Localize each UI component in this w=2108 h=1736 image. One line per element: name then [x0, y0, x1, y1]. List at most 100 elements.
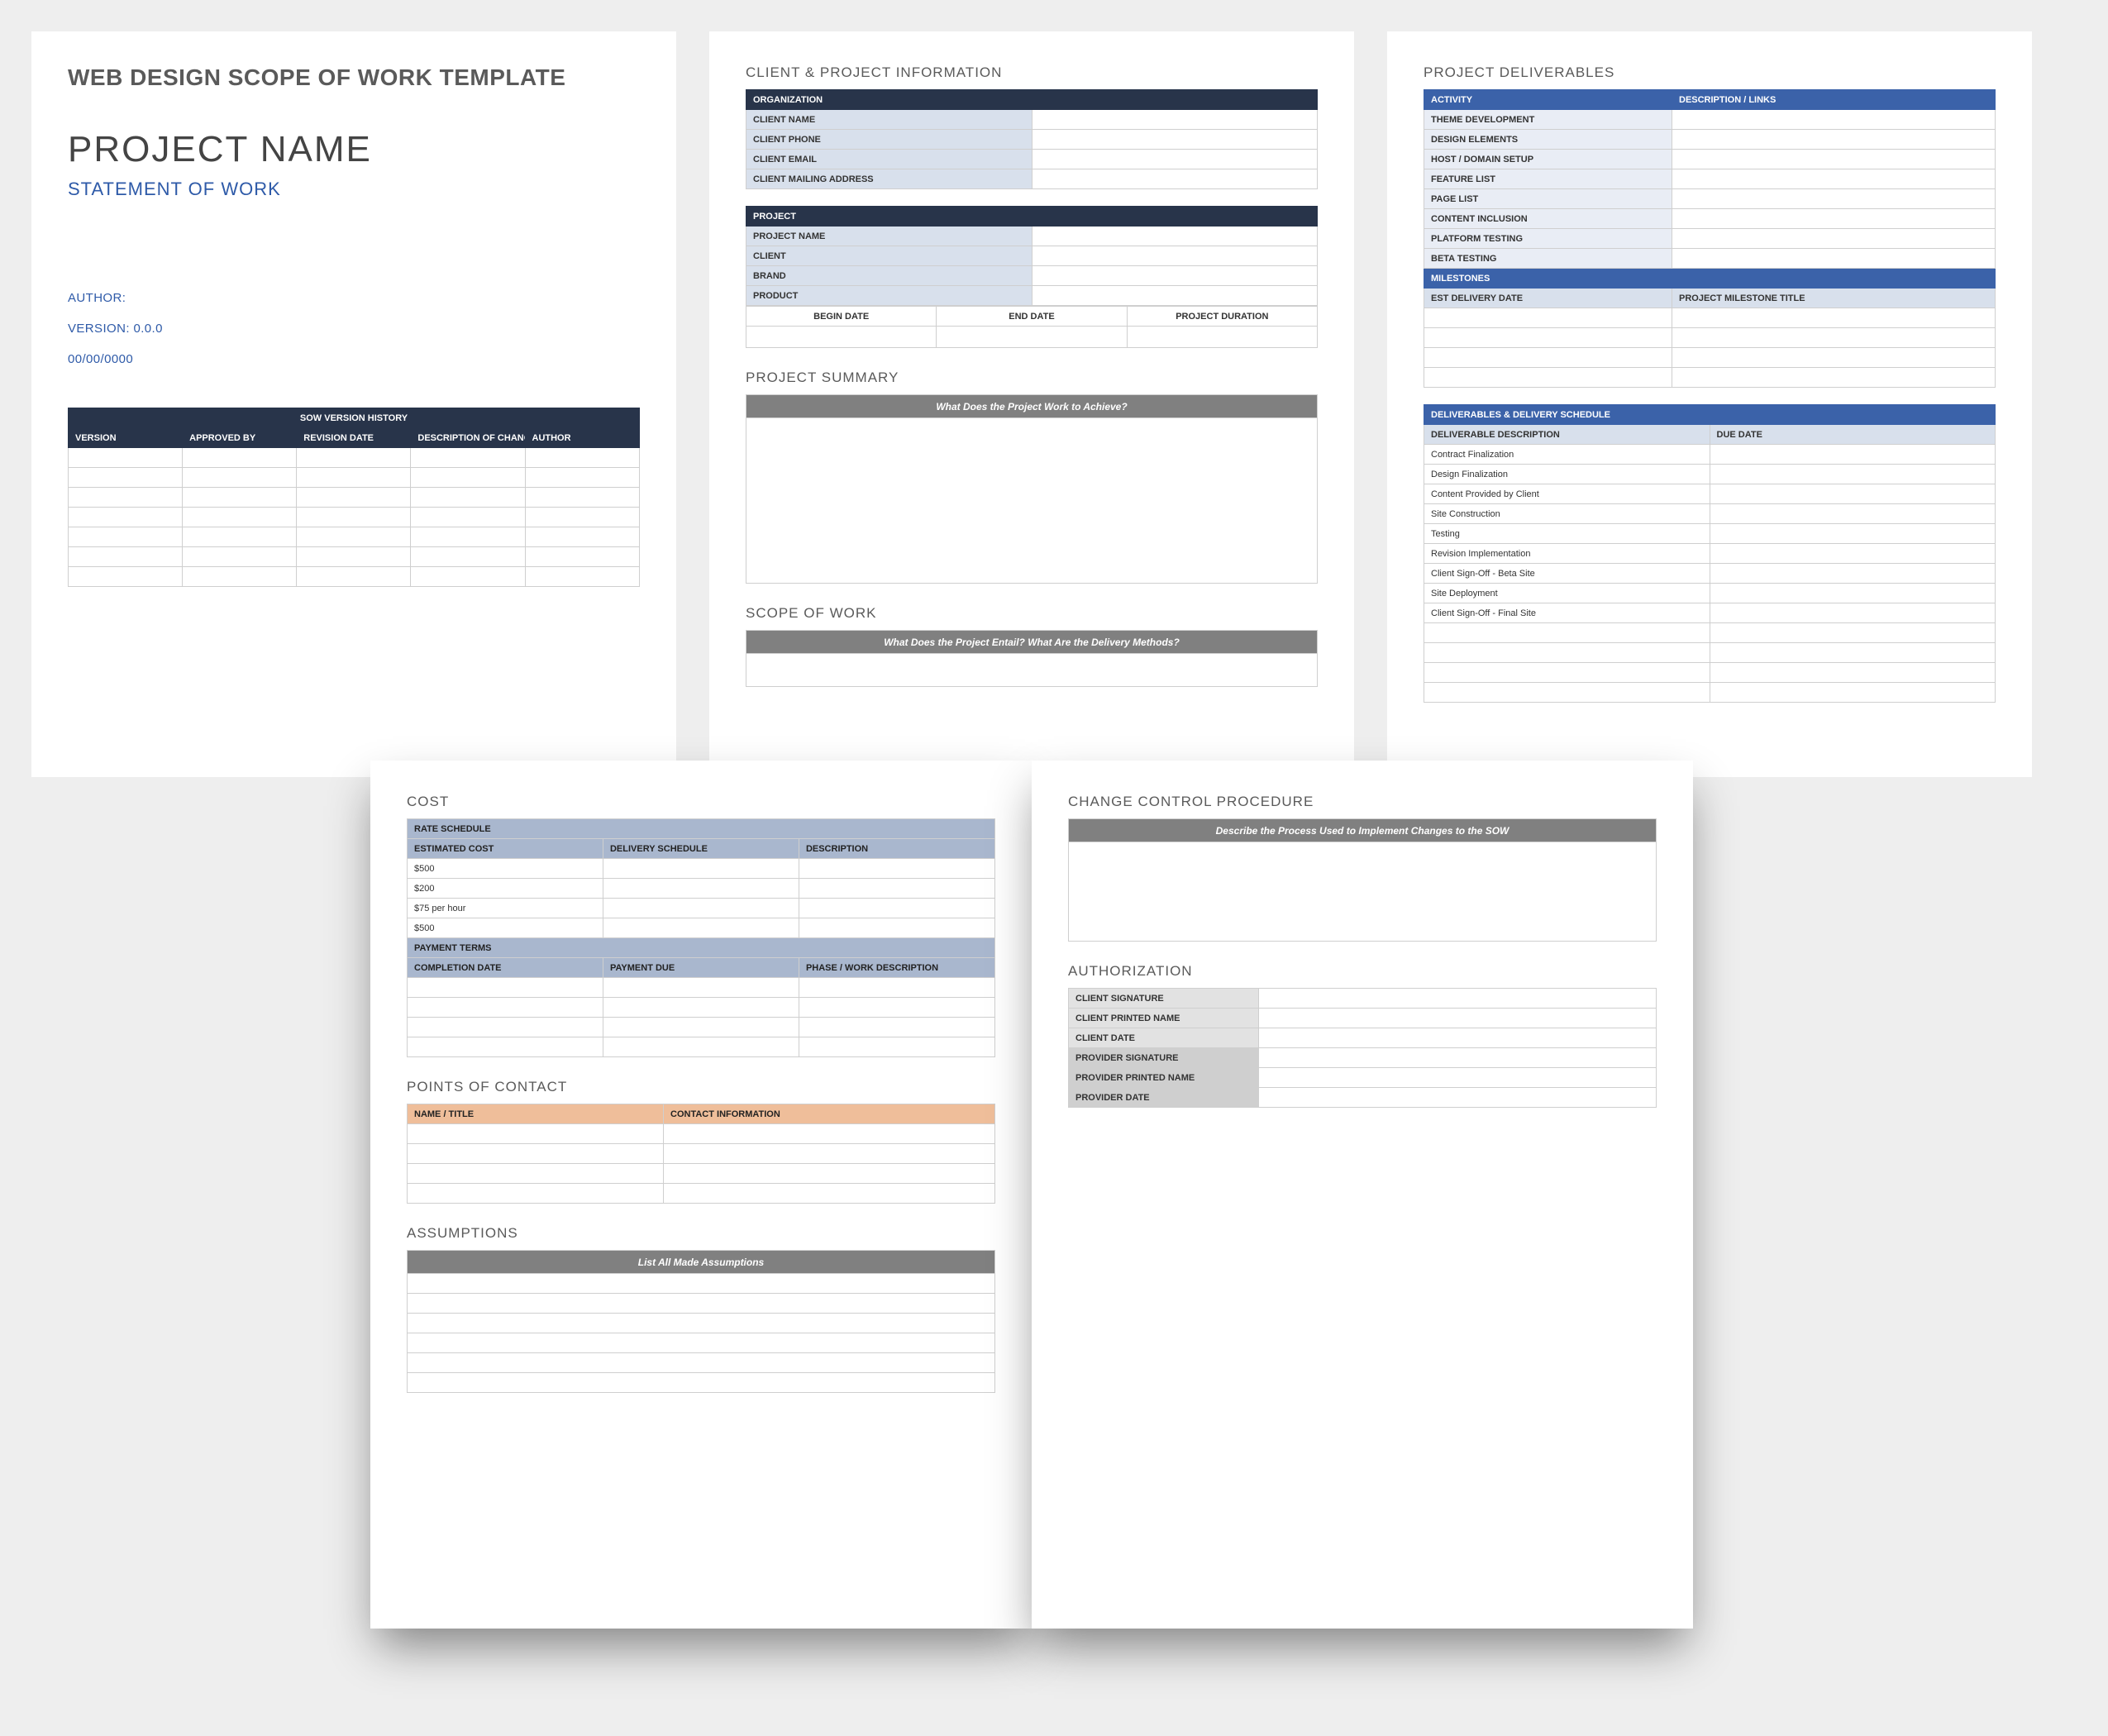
table-row[interactable]: [69, 567, 640, 587]
sched-construct: Site Construction: [1424, 504, 1710, 524]
table-row[interactable]: [1424, 368, 1996, 388]
table-row[interactable]: [408, 1373, 995, 1393]
change-textarea[interactable]: [1069, 842, 1657, 942]
table-row[interactable]: CONTENT INCLUSION: [1424, 209, 1996, 229]
table-row[interactable]: [69, 488, 640, 508]
table-row[interactable]: [408, 1274, 995, 1294]
page-4-cost: COST RATE SCHEDULE ESTIMATED COST DELIVE…: [370, 761, 1032, 1629]
table-row[interactable]: DESIGN ELEMENTS: [1424, 130, 1996, 150]
change-control-box: Describe the Process Used to Implement C…: [1068, 818, 1657, 942]
table-row[interactable]: Contract Finalization: [1424, 445, 1996, 465]
lbl-proj-name: PROJECT NAME: [746, 227, 1033, 246]
col-end-date: END DATE: [937, 307, 1127, 327]
table-row[interactable]: PLATFORM TESTING: [1424, 229, 1996, 249]
date-label: 00/00/0000: [68, 352, 640, 366]
table-row[interactable]: FEATURE LIST: [1424, 169, 1996, 189]
table-row[interactable]: [408, 1164, 995, 1184]
lbl-proj-brand: BRAND: [746, 266, 1033, 286]
section-assumptions: ASSUMPTIONS: [407, 1225, 995, 1242]
table-row[interactable]: CLIENT EMAIL: [746, 150, 1318, 169]
table-row[interactable]: [1424, 308, 1996, 328]
table-row[interactable]: BETA TESTING: [1424, 249, 1996, 269]
sched-contract: Contract Finalization: [1424, 445, 1710, 465]
summary-box: What Does the Project Work to Achieve?: [746, 394, 1318, 584]
project-name: PROJECT NAME: [68, 129, 640, 170]
act-design: DESIGN ELEMENTS: [1424, 130, 1672, 150]
table-row[interactable]: CLIENT PRINTED NAME: [1069, 1009, 1657, 1028]
summary-textarea[interactable]: [746, 418, 1318, 584]
table-row[interactable]: PROVIDER PRINTED NAME: [1069, 1068, 1657, 1088]
act-page: PAGE LIST: [1424, 189, 1672, 209]
page-1-cover: WEB DESIGN SCOPE OF WORK TEMPLATE PROJEC…: [31, 31, 676, 777]
table-row[interactable]: [69, 527, 640, 547]
lbl-proj-client: CLIENT: [746, 246, 1033, 266]
table-row[interactable]: [746, 327, 1318, 348]
table-row[interactable]: BRAND: [746, 266, 1318, 286]
template-title: WEB DESIGN SCOPE OF WORK TEMPLATE: [68, 64, 640, 91]
scope-textarea[interactable]: [746, 654, 1318, 687]
table-row[interactable]: Client Sign-Off - Beta Site: [1424, 564, 1996, 584]
table-row[interactable]: $500: [408, 918, 995, 938]
table-row[interactable]: Content Provided by Client: [1424, 484, 1996, 504]
table-row[interactable]: Testing: [1424, 524, 1996, 544]
table-row[interactable]: PROVIDER SIGNATURE: [1069, 1048, 1657, 1068]
table-row[interactable]: [1424, 328, 1996, 348]
sched-signoff-beta: Client Sign-Off - Beta Site: [1424, 564, 1710, 584]
sched-signoff-final: Client Sign-Off - Final Site: [1424, 603, 1710, 623]
payment-terms-header: PAYMENT TERMS: [408, 938, 995, 958]
table-row[interactable]: [1424, 623, 1996, 643]
table-row[interactable]: PRODUCT: [746, 286, 1318, 306]
table-row[interactable]: [1424, 643, 1996, 663]
table-row[interactable]: Site Deployment: [1424, 584, 1996, 603]
table-row[interactable]: [408, 1184, 995, 1204]
table-row[interactable]: $75 per hour: [408, 899, 995, 918]
table-row[interactable]: THEME DEVELOPMENT: [1424, 110, 1996, 130]
table-row[interactable]: CLIENT NAME: [746, 110, 1318, 130]
table-row[interactable]: [408, 1314, 995, 1333]
table-row[interactable]: [69, 547, 640, 567]
table-row[interactable]: Design Finalization: [1424, 465, 1996, 484]
table-row[interactable]: [408, 998, 995, 1018]
table-row[interactable]: PROJECT NAME: [746, 227, 1318, 246]
summary-prompt: What Does the Project Work to Achieve?: [746, 395, 1318, 418]
table-row[interactable]: PAGE LIST: [1424, 189, 1996, 209]
table-row[interactable]: [408, 1353, 995, 1373]
table-row[interactable]: [408, 1124, 995, 1144]
table-row[interactable]: [408, 1333, 995, 1353]
table-row[interactable]: [69, 468, 640, 488]
table-row[interactable]: [1424, 663, 1996, 683]
table-row[interactable]: PROVIDER DATE: [1069, 1088, 1657, 1108]
rate-schedule-table: RATE SCHEDULE ESTIMATED COST DELIVERY SC…: [407, 818, 995, 1057]
table-row[interactable]: Site Construction: [1424, 504, 1996, 524]
change-prompt: Describe the Process Used to Implement C…: [1069, 819, 1657, 842]
table-row[interactable]: CLIENT SIGNATURE: [1069, 989, 1657, 1009]
table-row[interactable]: [69, 448, 640, 468]
scope-prompt: What Does the Project Entail? What Are t…: [746, 631, 1318, 654]
table-row[interactable]: [408, 1294, 995, 1314]
table-row[interactable]: [408, 978, 995, 998]
table-row[interactable]: Revision Implementation: [1424, 544, 1996, 564]
table-row[interactable]: [69, 508, 640, 527]
table-row[interactable]: [1424, 348, 1996, 368]
section-project-summary: PROJECT SUMMARY: [746, 370, 1318, 386]
table-row[interactable]: CLIENT DATE: [1069, 1028, 1657, 1048]
act-beta: BETA TESTING: [1424, 249, 1672, 269]
table-row[interactable]: $200: [408, 879, 995, 899]
table-row[interactable]: [408, 1037, 995, 1057]
table-row[interactable]: Client Sign-Off - Final Site: [1424, 603, 1996, 623]
table-row[interactable]: CLIENT MAILING ADDRESS: [746, 169, 1318, 189]
section-client-info: CLIENT & PROJECT INFORMATION: [746, 64, 1318, 81]
act-theme: THEME DEVELOPMENT: [1424, 110, 1672, 130]
lbl-client-phone: CLIENT PHONE: [746, 130, 1033, 150]
table-row[interactable]: [408, 1144, 995, 1164]
table-row[interactable]: HOST / DOMAIN SETUP: [1424, 150, 1996, 169]
table-row[interactable]: CLIENT PHONE: [746, 130, 1318, 150]
table-row[interactable]: [1424, 683, 1996, 703]
table-row[interactable]: [408, 1018, 995, 1037]
table-row[interactable]: $500: [408, 859, 995, 879]
scope-box: What Does the Project Entail? What Are t…: [746, 630, 1318, 687]
section-authorization: AUTHORIZATION: [1068, 963, 1657, 980]
col-begin-date: BEGIN DATE: [746, 307, 937, 327]
assumptions-box: List All Made Assumptions: [407, 1250, 995, 1393]
table-row[interactable]: CLIENT: [746, 246, 1318, 266]
